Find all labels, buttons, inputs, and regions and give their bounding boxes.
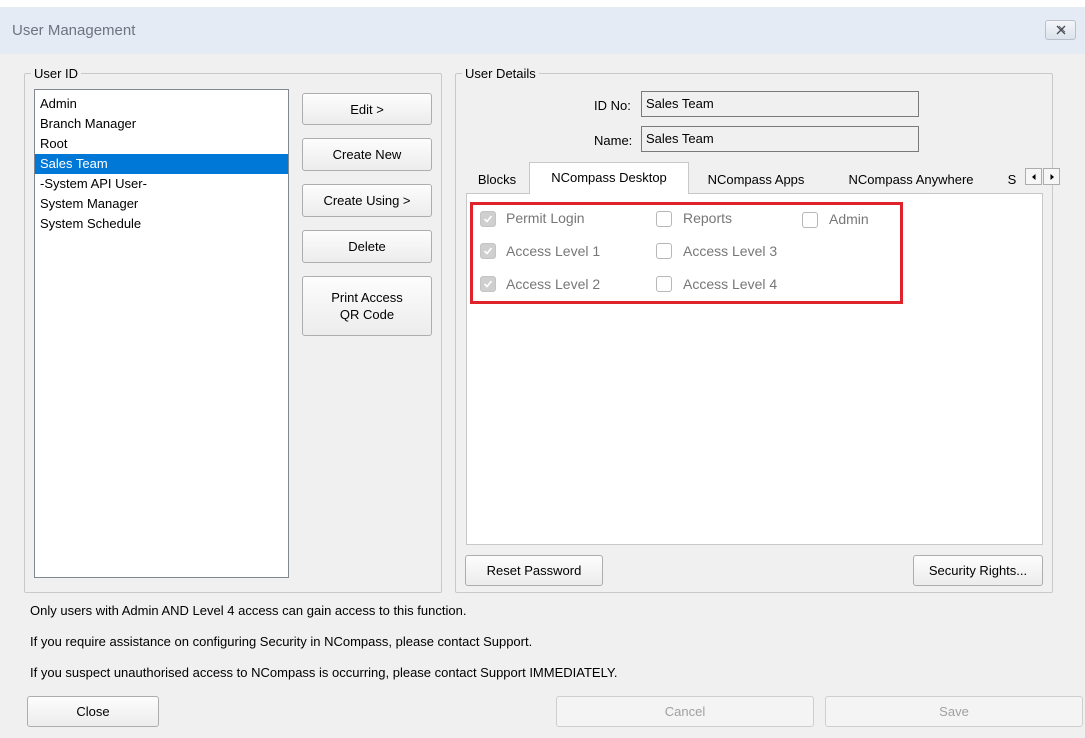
name-label: Name: (594, 133, 633, 148)
access-level-3-label: Access Level 3 (683, 243, 778, 259)
list-item[interactable]: Branch Manager (35, 114, 288, 134)
list-item[interactable]: Admin (35, 94, 288, 114)
delete-button[interactable]: Delete (302, 230, 432, 263)
info-line-2: If you require assistance on configuring… (30, 634, 533, 649)
access-level-4-label: Access Level 4 (683, 276, 778, 292)
arrow-right-icon (1050, 174, 1054, 180)
access-level-1-checkbox[interactable] (480, 243, 496, 259)
info-line-3: If you suspect unauthorised access to NC… (30, 665, 618, 680)
user-id-legend: User ID (34, 66, 79, 81)
checkmark-icon (483, 215, 493, 223)
checkmark-icon (483, 280, 493, 288)
save-button[interactable]: Save (825, 696, 1083, 727)
access-level-2-label: Access Level 2 (506, 276, 601, 292)
close-x-icon (1056, 25, 1066, 35)
tab-blocks[interactable]: Blocks (468, 166, 526, 193)
tab-ncompass-apps[interactable]: NCompass Apps (692, 166, 820, 193)
security-rights-button[interactable]: Security Rights... (913, 555, 1043, 586)
list-item[interactable]: System Schedule (35, 214, 288, 234)
id-no-field[interactable]: Sales Team (641, 91, 919, 117)
info-line-1: Only users with Admin AND Level 4 access… (30, 603, 467, 618)
user-management-window: User Management User ID Admin Branch Man… (0, 0, 1085, 738)
edit-button[interactable]: Edit > (302, 93, 432, 125)
access-level-4-checkbox[interactable] (656, 276, 672, 292)
create-using-button[interactable]: Create Using > (302, 184, 432, 217)
print-access-label-line2: QR Code (339, 307, 395, 322)
arrow-left-icon (1032, 174, 1036, 180)
cancel-button[interactable]: Cancel (556, 696, 814, 727)
close-button[interactable]: Close (27, 696, 159, 727)
reset-password-button[interactable]: Reset Password (465, 555, 603, 586)
list-item[interactable]: Root (35, 134, 288, 154)
tab-ncompass-desktop[interactable]: NCompass Desktop (529, 162, 689, 194)
tab-scroll-left-button[interactable] (1025, 168, 1042, 185)
window-close-button[interactable] (1045, 20, 1076, 40)
user-details-legend: User Details (465, 66, 536, 81)
access-level-2-checkbox[interactable] (480, 276, 496, 292)
print-access-label-line1: Print Access (331, 290, 403, 305)
name-field[interactable]: Sales Team (641, 126, 919, 152)
tab-scroll-right-button[interactable] (1043, 168, 1060, 185)
tab-overflow[interactable]: S (1005, 166, 1019, 193)
admin-label: Admin (829, 211, 869, 227)
access-level-1-label: Access Level 1 (506, 243, 601, 259)
list-item[interactable]: -System API User- (35, 174, 288, 194)
admin-checkbox[interactable] (802, 212, 818, 228)
permit-login-label: Permit Login (506, 210, 585, 226)
tab-ncompass-anywhere[interactable]: NCompass Anywhere (823, 166, 999, 193)
window-title: User Management (12, 22, 136, 39)
create-new-button[interactable]: Create New (302, 138, 432, 171)
permit-login-checkbox[interactable] (480, 211, 496, 227)
user-listbox[interactable]: Admin Branch Manager Root Sales Team -Sy… (34, 89, 289, 578)
access-level-3-checkbox[interactable] (656, 243, 672, 259)
reports-checkbox[interactable] (656, 211, 672, 227)
print-access-qr-button[interactable]: Print Access QR Code (302, 276, 432, 336)
list-item-selected[interactable]: Sales Team (35, 154, 288, 174)
reports-label: Reports (683, 210, 733, 226)
checkmark-icon (483, 247, 493, 255)
list-item[interactable]: System Manager (35, 194, 288, 214)
title-bar: User Management (0, 7, 1085, 54)
id-no-label: ID No: (594, 98, 631, 113)
